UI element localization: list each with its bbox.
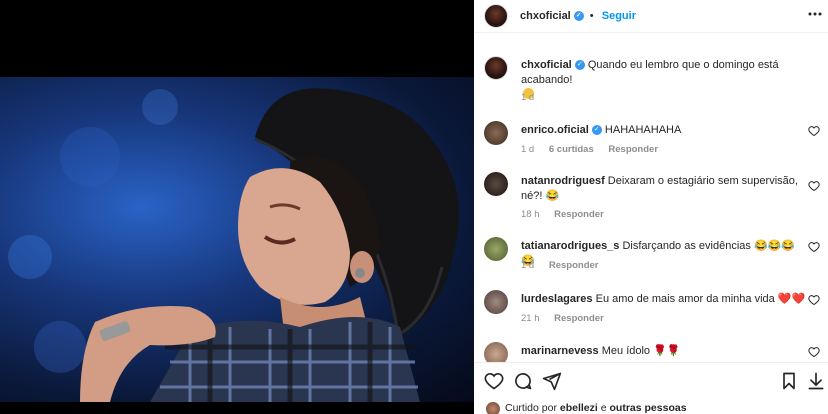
author-username[interactable]: chxoficial ✓ <box>520 10 584 22</box>
commenter-avatar[interactable] <box>484 172 508 196</box>
post-photo[interactable] <box>0 77 474 402</box>
commenter-avatar[interactable] <box>484 121 508 145</box>
liker-avatar[interactable] <box>486 402 500 414</box>
comment-item: natanrodriguesf Deixaram o estagiário se… <box>484 172 824 224</box>
post-media[interactable] <box>0 0 474 414</box>
heart-icon[interactable] <box>808 180 820 192</box>
comment-text: enrico.oficial ✓ HAHAHAHAHA <box>521 124 682 136</box>
reply-button[interactable]: Responder <box>608 144 658 155</box>
heart-icon[interactable] <box>808 346 820 358</box>
comment-item: marinarnevess Meu ídolo 🌹🌹 <box>484 342 824 362</box>
heart-icon[interactable] <box>484 371 504 391</box>
comment-meta: 1 d Responder <box>521 260 599 271</box>
post-header: chxoficial ✓ • Seguir <box>474 0 828 33</box>
caption: chxoficial ✓ Quando eu lembro que o domin… <box>484 56 824 116</box>
verified-icon: ✓ <box>573 11 584 22</box>
caption-meta: 1 d <box>521 92 535 103</box>
author-avatar[interactable] <box>484 4 508 28</box>
bookmark-icon[interactable] <box>779 371 799 391</box>
reply-button[interactable]: Responder <box>554 313 604 324</box>
action-bar <box>474 362 828 402</box>
comment-meta: 18 h Responder <box>521 209 604 220</box>
more-icon[interactable] <box>808 7 822 24</box>
share-icon[interactable] <box>542 371 562 391</box>
comments-list: chxoficial ✓ Quando eu lembro que o domin… <box>474 34 828 362</box>
comment-icon[interactable] <box>513 371 533 391</box>
comment-text: lurdeslagares Eu amo de mais amor da min… <box>521 293 806 305</box>
separator-dot: • <box>589 10 594 22</box>
heart-icon[interactable] <box>808 125 820 137</box>
verified-icon: ✓ <box>574 60 585 71</box>
caption-text: chxoficial ✓ Quando eu lembro que o domin… <box>521 58 806 103</box>
liked-by: Curtido por ebellezi e outras pessoas <box>474 398 828 414</box>
comment-item: lurdeslagares Eu amo de mais amor da min… <box>484 290 824 330</box>
heart-icon[interactable] <box>808 294 820 306</box>
commenter-avatar[interactable] <box>484 237 508 261</box>
comment-text: natanrodriguesf Deixaram o estagiário se… <box>521 175 798 202</box>
comment-meta: 1 d 6 curtidas Responder <box>521 144 659 155</box>
download-icon[interactable] <box>806 371 826 391</box>
comment-text: marinarnevess Meu ídolo 🌹🌹 <box>521 345 681 357</box>
heart-icon[interactable] <box>808 241 820 253</box>
reply-button[interactable]: Responder <box>554 209 604 220</box>
performer-photo <box>8 88 460 402</box>
commenter-avatar[interactable] <box>484 290 508 314</box>
comment-meta: 21 h Responder <box>521 313 604 324</box>
follow-button[interactable]: Seguir <box>602 10 636 22</box>
commenter-avatar[interactable] <box>484 342 508 362</box>
post-panel: chxoficial ✓ • Seguir chxoficial ✓ Quando … <box>474 0 828 414</box>
comment-item: tatianarodrigues_s Disfarçando as evidên… <box>484 237 824 277</box>
liked-by-text: Curtido por ebellezi e outras pessoas <box>505 402 687 414</box>
comment-item: enrico.oficial ✓ HAHAHAHAHA 1 d 6 curtida… <box>484 121 824 161</box>
verified-icon: ✓ <box>591 125 602 136</box>
author-avatar[interactable] <box>484 56 508 80</box>
reply-button[interactable]: Responder <box>549 260 599 271</box>
